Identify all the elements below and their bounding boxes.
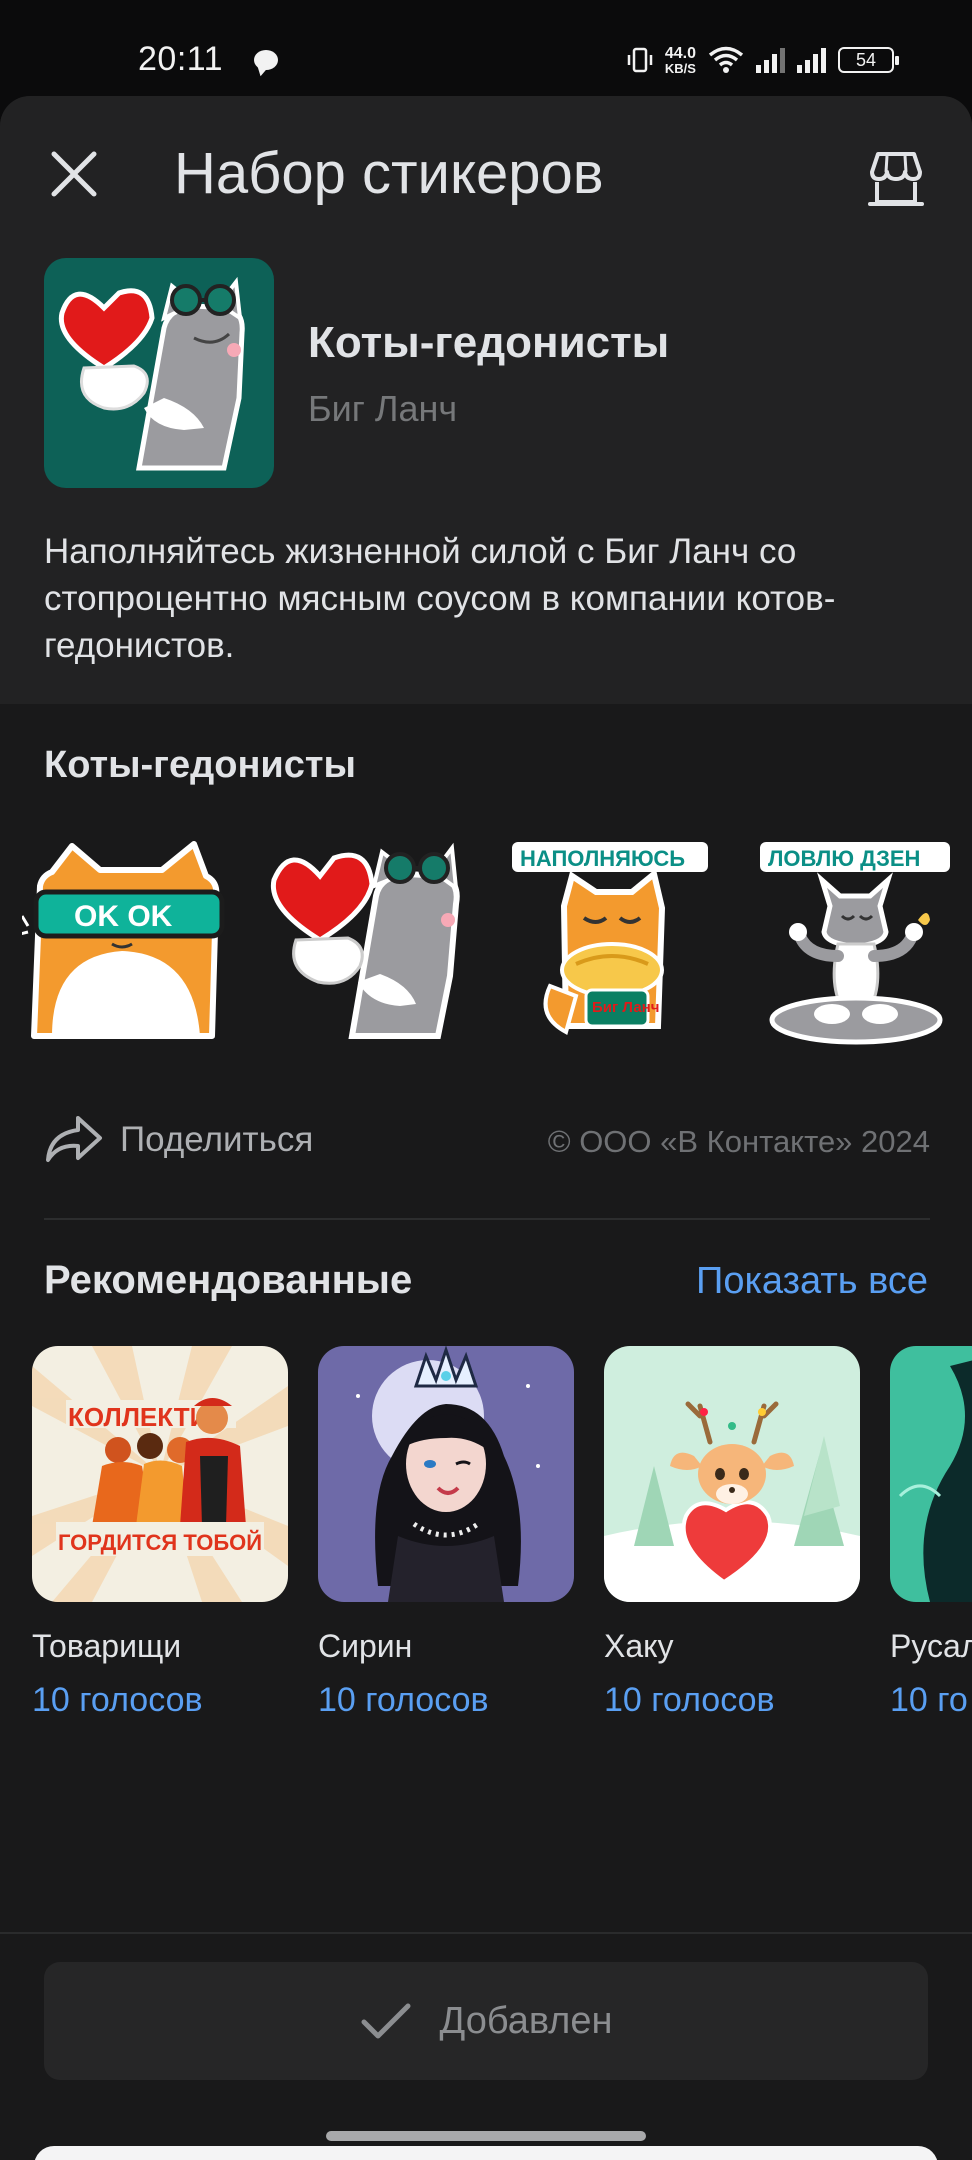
pack-name: Коты-гедонисты: [308, 318, 670, 367]
added-button[interactable]: Добавлен: [44, 1962, 928, 2080]
tovarishchi-art-bottom: ГОРДИТСЯ ТОБОЙ: [58, 1530, 262, 1555]
status-indicators: 44.0 KB/S 54: [627, 40, 899, 80]
sticker-cat-naponyayus[interactable]: НАПОЛНЯЮСЬ Биг Ланч: [506, 836, 716, 1046]
recommended-item-tovarishchi[interactable]: КОЛЛЕКТИВ ГОРДИТСЯ ТОБОЙ Товарищи 10 гол…: [32, 1346, 288, 1720]
recommended-item-name: Товарищи: [32, 1628, 182, 1664]
check-icon: [361, 2003, 411, 2039]
wifi-icon: [708, 46, 744, 73]
recommended-item-haku[interactable]: Хаку 10 голосов: [604, 1346, 860, 1720]
pack-author[interactable]: Биг Ланч: [308, 388, 457, 430]
recommended-thumb: КОЛЛЕКТИВ ГОРДИТСЯ ТОБОЙ: [32, 1346, 288, 1602]
recommended-thumb: [890, 1346, 972, 1602]
share-button[interactable]: Поделиться: [120, 1120, 313, 1160]
status-bar: 20:11 44.0 KB/S 54: [0, 0, 972, 96]
share-row: Поделиться © ООО «В Контакте» 2024: [44, 1096, 930, 1186]
sticker-naponyayus-text: НАПОЛНЯЮСЬ: [520, 846, 685, 871]
network-speed-unit: KB/S: [664, 61, 696, 76]
signal-icon-2: [797, 47, 826, 73]
recommended-thumb: [318, 1346, 574, 1602]
divider: [44, 1218, 930, 1220]
sheet-header-area: Набор стикеров Коты-гедонисты Биг Ланч Н…: [0, 96, 972, 704]
recommended-item-votes[interactable]: 10 голосов: [604, 1681, 860, 1720]
bottom-action-area: Добавлен: [0, 1932, 972, 2160]
recommended-item-votes[interactable]: 10 голосов: [318, 1681, 574, 1720]
signal-icon-1: [756, 47, 785, 73]
sticker-pack-sheet: Набор стикеров Коты-гедонисты Биг Ланч Н…: [0, 96, 972, 2160]
vibrate-icon: [627, 47, 653, 73]
recommended-thumb: [604, 1346, 860, 1602]
sticker-list: OK OK НАПОЛНЯЮСЬ Биг Ланч ЛОВЛЮ ДЗЕН: [0, 836, 972, 1066]
recommended-item-votes[interactable]: 10 го: [890, 1681, 972, 1720]
store-icon[interactable]: [862, 146, 930, 214]
sticker-badge-text: Биг Ланч: [592, 999, 659, 1016]
cat-heart-cover-art: [58, 276, 245, 471]
page-title: Набор стикеров: [174, 141, 604, 206]
message-notification-icon: [254, 50, 278, 70]
pack-cover-image: [44, 258, 274, 488]
recommended-item-name: Сирин: [318, 1628, 413, 1664]
network-speed-value: 44.0: [664, 45, 696, 62]
sticker-cat-ok[interactable]: OK OK: [19, 836, 232, 1046]
recommended-item-name: Русал: [890, 1628, 972, 1664]
battery-icon: 54: [838, 47, 899, 73]
sticker-ok-text: OK OK: [74, 900, 173, 933]
network-speed: 44.0 KB/S: [665, 45, 696, 75]
recommended-item-name: Хаку: [604, 1628, 674, 1664]
copyright-text: © ООО «В Контакте» 2024: [547, 1124, 930, 1159]
underlying-page-edge: [34, 2146, 938, 2160]
share-icon[interactable]: [44, 1114, 104, 1166]
recommended-item-rusal[interactable]: Русал 10 го: [890, 1346, 972, 1720]
recommended-list: КОЛЛЕКТИВ ГОРДИТСЯ ТОБОЙ Товарищи 10 гол…: [0, 1346, 972, 1776]
home-gesture-handle[interactable]: [326, 2131, 646, 2141]
sticker-cat-dzen[interactable]: ЛОВЛЮ ДЗЕН: [752, 836, 962, 1046]
added-button-label: Добавлен: [439, 1999, 613, 2042]
pack-description: Наполняйтесь жизненной силой с Биг Ланч …: [44, 532, 836, 665]
sticker-dzen-text: ЛОВЛЮ ДЗЕН: [768, 846, 920, 871]
show-all-link[interactable]: Показать все: [696, 1260, 928, 1303]
recommended-title: Рекомендованные: [44, 1258, 413, 1302]
status-time: 20:11: [138, 40, 224, 78]
close-icon[interactable]: [46, 146, 102, 202]
stickers-section-title: Коты-гедонисты: [44, 744, 356, 786]
recommended-item-votes[interactable]: 10 голосов: [32, 1681, 288, 1720]
recommended-item-sirin[interactable]: Сирин 10 голосов: [318, 1346, 574, 1720]
sticker-cat-heart[interactable]: [262, 836, 472, 1046]
